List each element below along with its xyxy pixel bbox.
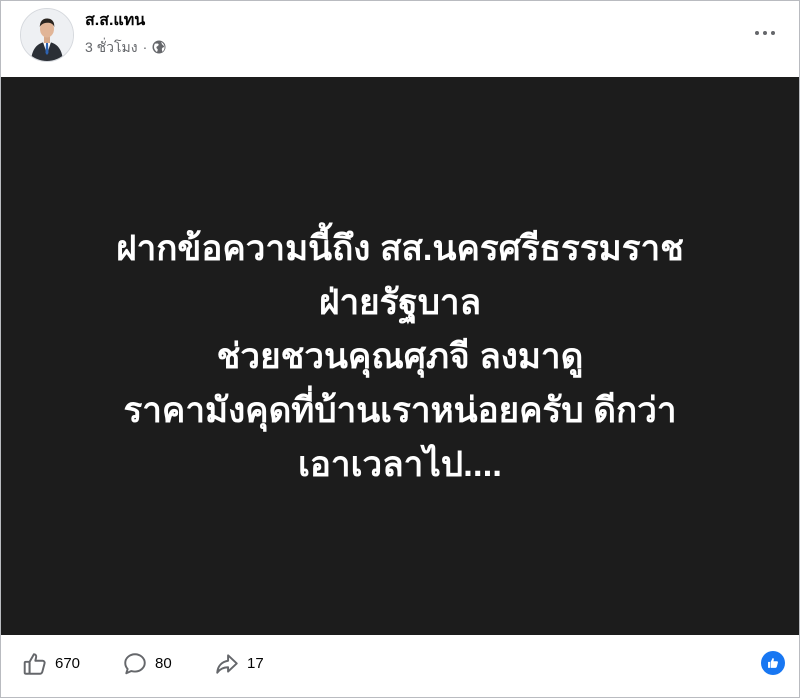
globe-icon[interactable] bbox=[152, 40, 166, 54]
like-count: 670 bbox=[55, 655, 81, 672]
share-button[interactable]: 17 bbox=[213, 649, 264, 679]
share-icon bbox=[213, 650, 241, 678]
more-options-icon[interactable] bbox=[747, 17, 783, 49]
comment-count: 80 bbox=[155, 655, 172, 672]
post-time[interactable]: 3 ชั่วโมง bbox=[85, 38, 138, 56]
author-name[interactable]: ส.ส.แทน bbox=[85, 11, 145, 31]
post-header: ส.ส.แทน 3 ชั่วโมง · bbox=[1, 1, 799, 77]
image-text-line: ฝากข้อความนี้ถึง สส.นครศรีธรรมราช bbox=[116, 229, 684, 268]
image-text-line: ช่วยชวนคุณศุภจี ลงมาดู bbox=[216, 337, 584, 376]
avatar[interactable] bbox=[20, 8, 74, 62]
post-meta: 3 ชั่วโมง · bbox=[85, 38, 166, 56]
like-reaction-icon[interactable] bbox=[761, 651, 785, 675]
post-image[interactable]: ฝากข้อความนี้ถึง สส.นครศรีธรรมราช ฝ่ายรั… bbox=[1, 77, 799, 635]
meta-separator: · bbox=[142, 39, 148, 55]
post-footer: 670 80 17 bbox=[1, 635, 799, 697]
image-text-line: ราคามังคุดที่บ้านเราหน่อยครับ ดีกว่า bbox=[123, 391, 677, 430]
like-button[interactable]: 670 bbox=[21, 649, 80, 679]
image-text-line: เอาเวลาไป.... bbox=[297, 445, 503, 484]
post-card: ส.ส.แทน 3 ชั่วโมง · ฝากข้อความนี้ถึง สส.… bbox=[0, 0, 800, 698]
avatar-portrait bbox=[21, 9, 73, 61]
share-count: 17 bbox=[247, 655, 264, 672]
comment-icon bbox=[121, 650, 149, 678]
image-text: ฝากข้อความนี้ถึง สส.นครศรีธรรมราช ฝ่ายรั… bbox=[1, 222, 799, 492]
image-text-line: ฝ่ายรัฐบาล bbox=[318, 283, 482, 322]
comment-button[interactable]: 80 bbox=[121, 649, 172, 679]
thumbs-up-icon bbox=[21, 650, 49, 678]
